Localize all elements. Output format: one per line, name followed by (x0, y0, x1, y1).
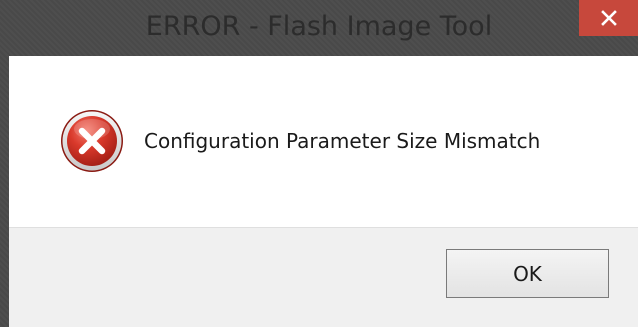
ok-button-label: OK (513, 261, 542, 286)
close-icon (600, 10, 617, 26)
title-bar[interactable]: ERROR - Flash Image Tool (0, 0, 638, 56)
error-icon (61, 110, 123, 172)
window-title: ERROR - Flash Image Tool (145, 11, 493, 42)
dialog-content: Configuration Parameter Size Mismatch (9, 56, 638, 227)
ok-button[interactable]: OK (446, 249, 609, 298)
error-dialog-window: ERROR - Flash Image Tool Configuration P… (0, 0, 638, 327)
close-button[interactable] (579, 0, 638, 36)
dialog-footer: OK (9, 227, 638, 327)
error-message: Configuration Parameter Size Mismatch (144, 129, 541, 153)
